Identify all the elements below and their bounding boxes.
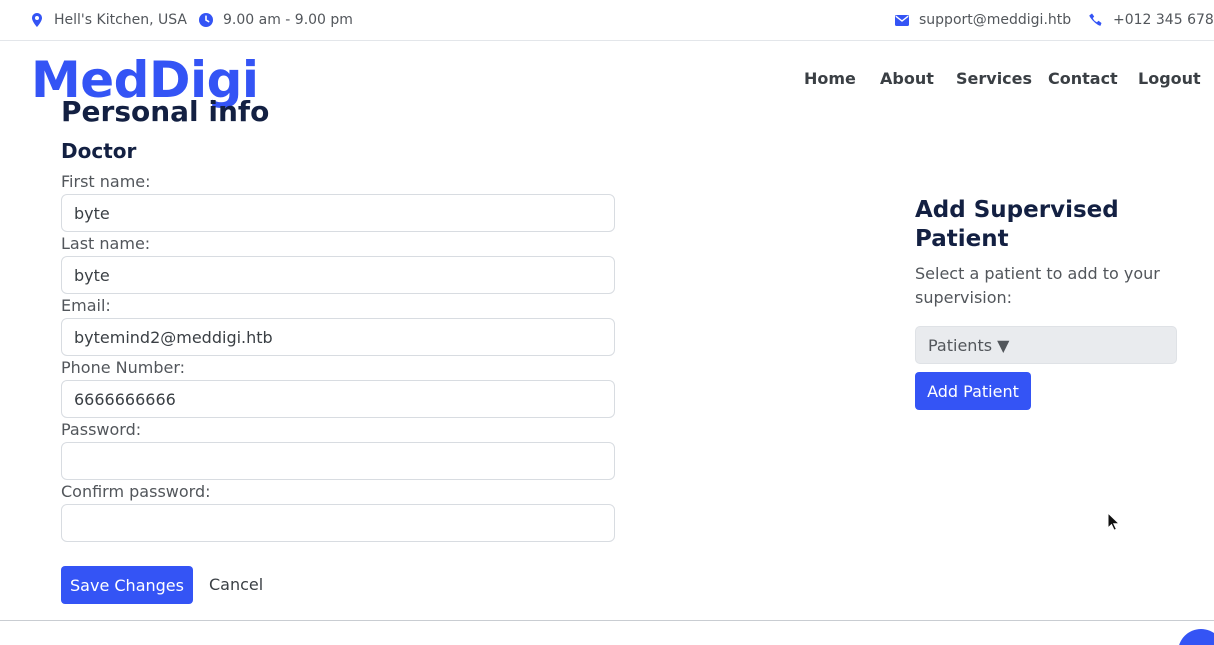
phone-input[interactable] [61, 380, 615, 418]
password-label: Password: [61, 420, 142, 439]
last-name-input[interactable] [61, 256, 615, 294]
add-patient-button[interactable]: Add Patient [915, 372, 1031, 410]
hours-text: 9.00 am - 9.00 pm [223, 12, 353, 28]
nav-logout[interactable]: Logout [1138, 68, 1201, 90]
password-input[interactable] [61, 442, 615, 480]
confirm-password-input[interactable] [61, 504, 615, 542]
patients-select[interactable]: Patients ▼ [915, 326, 1177, 364]
add-patient-description: Select a patient to add to your supervis… [915, 264, 1160, 307]
email-label: Email: [61, 296, 111, 315]
nav-about[interactable]: About [880, 68, 934, 90]
email-text[interactable]: support@meddigi.htb [919, 12, 1071, 28]
footer-divider [0, 620, 1214, 621]
mouse-cursor-icon [1107, 512, 1121, 531]
envelope-icon [895, 13, 909, 27]
topbar: Hell's Kitchen, USA 9.00 am - 9.00 pm su… [0, 0, 1214, 41]
location-pin-icon [30, 13, 44, 27]
location-text: Hell's Kitchen, USA [54, 12, 187, 28]
confirm-password-label: Confirm password: [61, 482, 211, 501]
save-changes-button[interactable]: Save Changes [61, 566, 193, 604]
phone-text[interactable]: +012 345 6789 [1113, 12, 1214, 28]
phone-label: Phone Number: [61, 358, 186, 377]
page-title: Personal info [61, 95, 270, 128]
role-heading: Doctor [61, 139, 137, 163]
clock-icon [199, 13, 213, 27]
last-name-label: Last name: [61, 234, 151, 253]
topbar-location: Hell's Kitchen, USA [30, 11, 187, 29]
nav-services[interactable]: Services [956, 68, 1032, 90]
first-name-input[interactable] [61, 194, 615, 232]
cancel-button[interactable]: Cancel [209, 575, 263, 595]
phone-icon [1089, 13, 1103, 27]
back-to-top-button[interactable] [1178, 629, 1214, 645]
topbar-email[interactable]: support@meddigi.htb [895, 11, 1071, 29]
nav-contact[interactable]: Contact [1048, 68, 1118, 90]
patients-select-value: Patients ▼ [928, 335, 1010, 355]
add-supervised-patient-title: Add Supervised Patient [915, 197, 1119, 252]
nav-home[interactable]: Home [804, 68, 856, 90]
topbar-phone[interactable]: +012 345 6789 [1089, 11, 1214, 29]
first-name-label: First name: [61, 172, 151, 191]
topbar-hours: 9.00 am - 9.00 pm [199, 11, 353, 29]
email-input[interactable] [61, 318, 615, 356]
